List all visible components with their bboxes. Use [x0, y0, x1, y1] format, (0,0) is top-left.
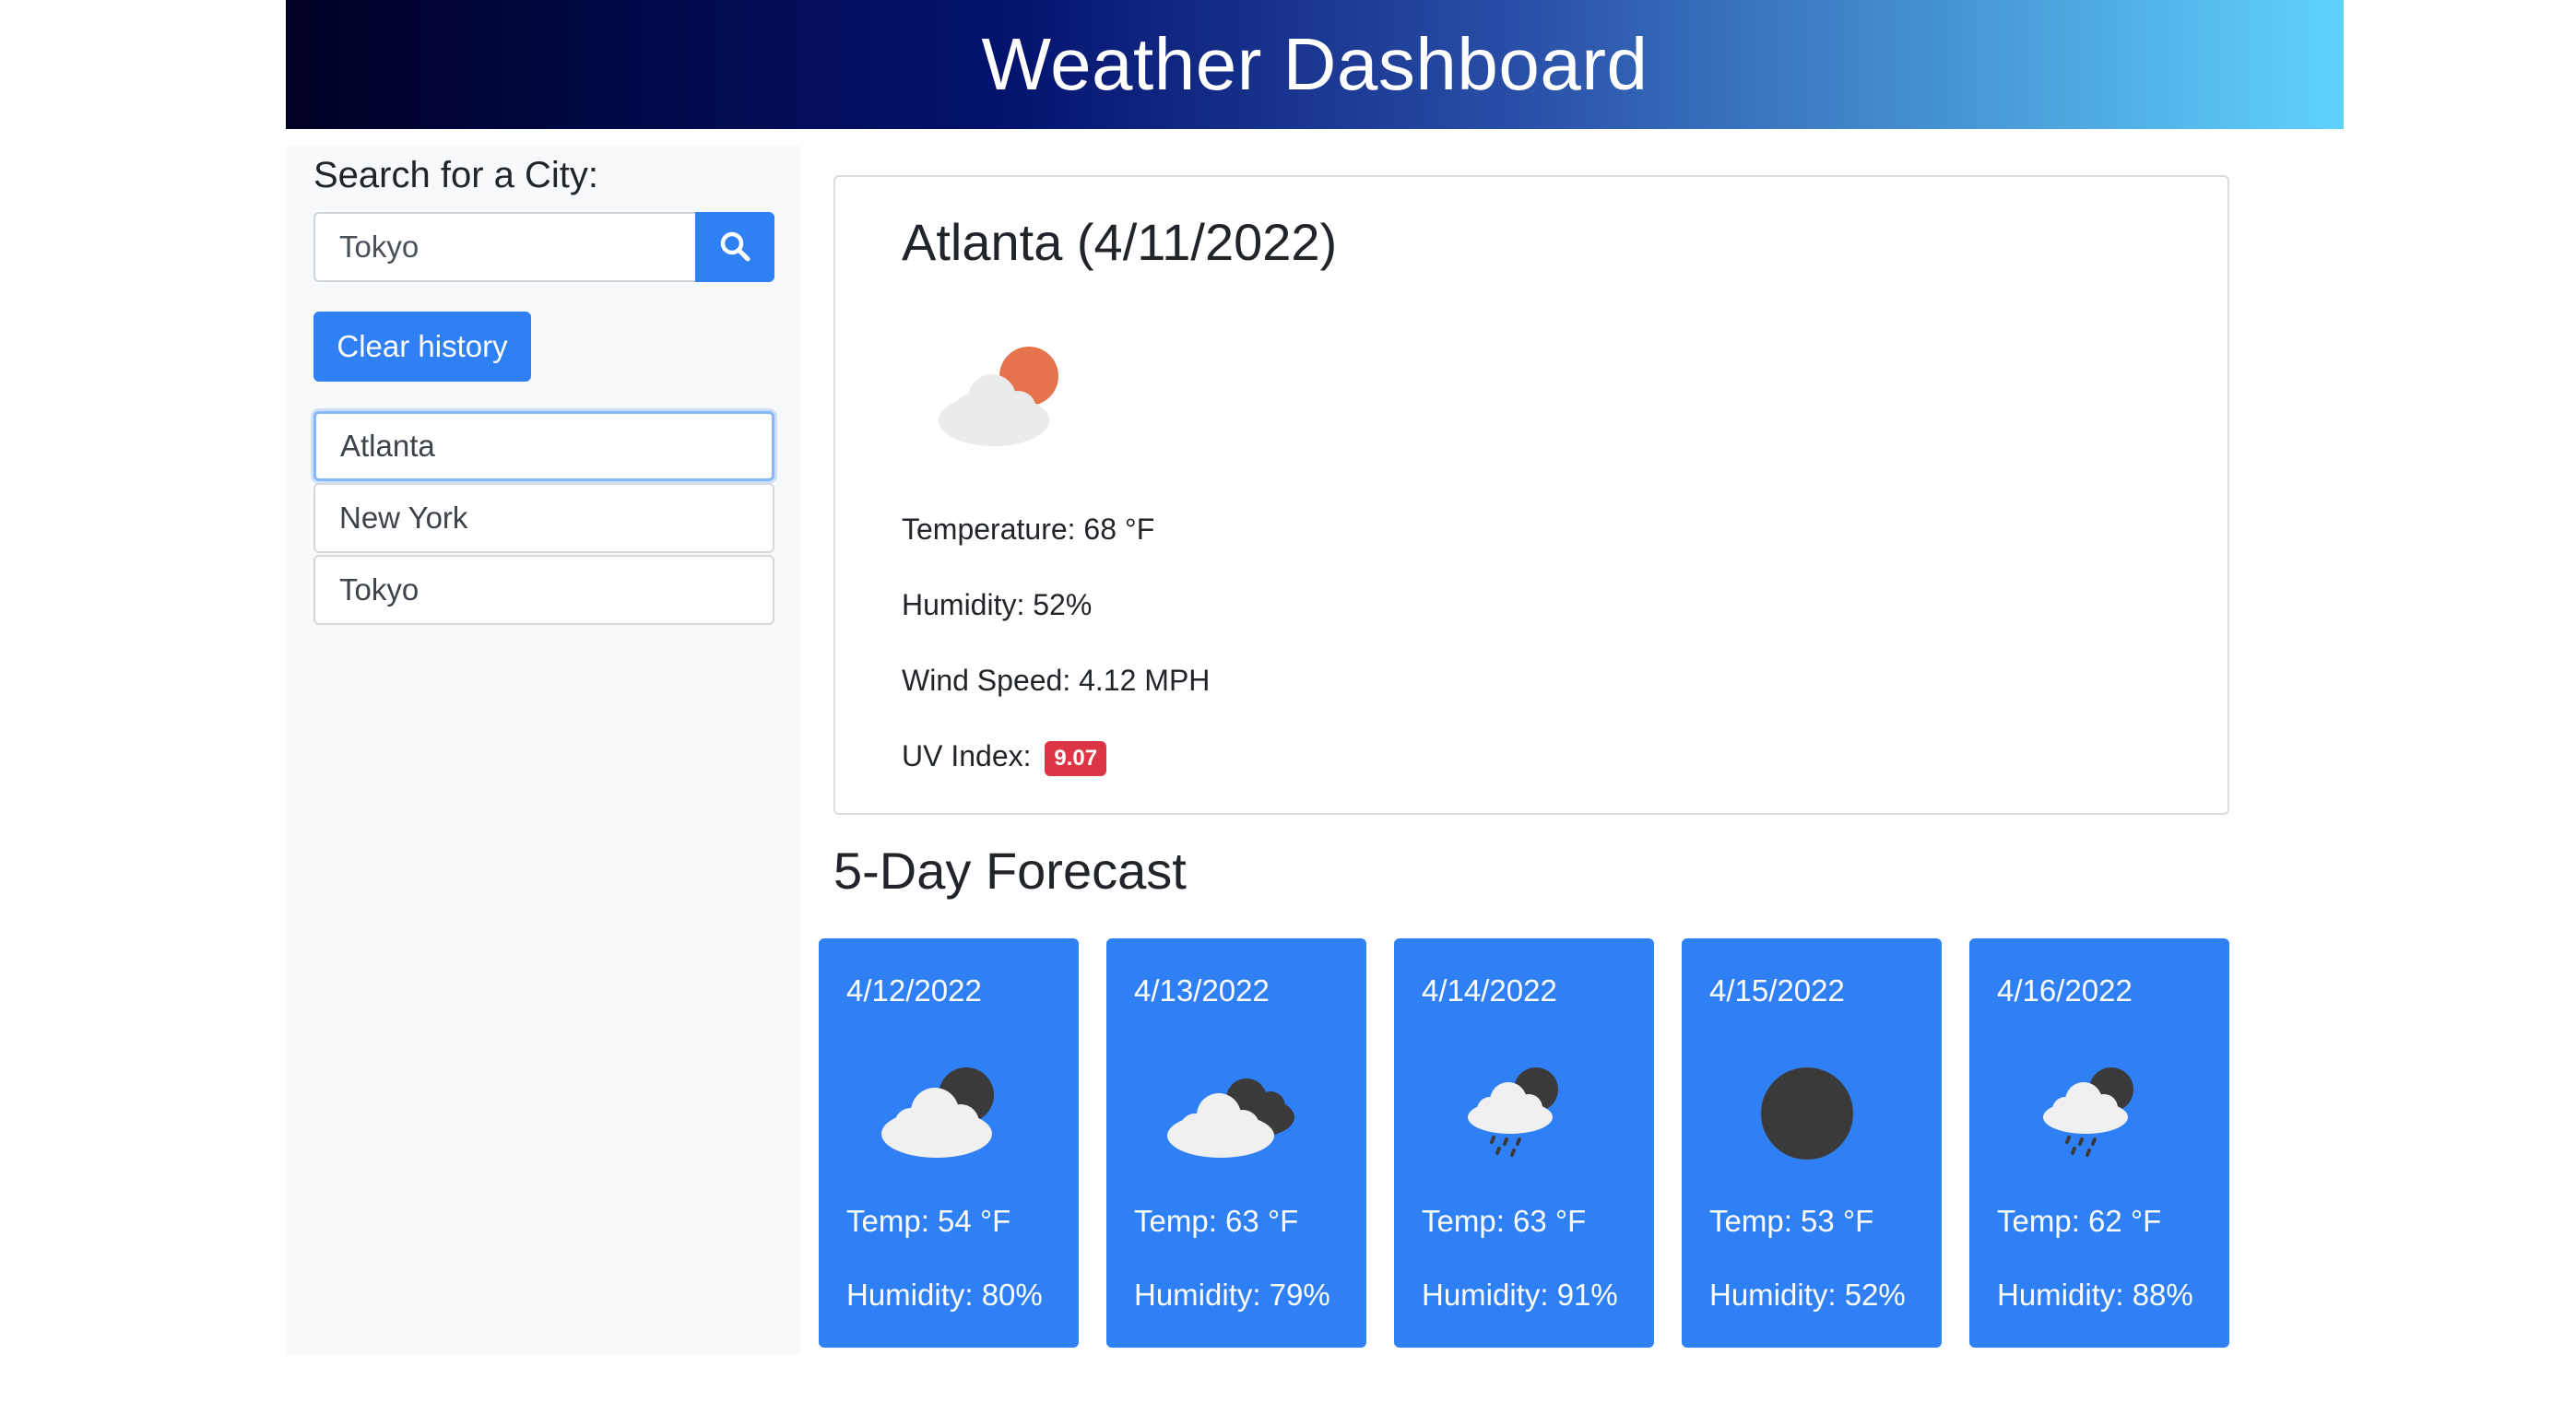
search-label: Search for a City: [313, 155, 599, 195]
current-city-title: Atlanta (4/11/2022) [902, 213, 1338, 271]
forecast-humidity: Humidity: 88% [1997, 1278, 2193, 1312]
sidebar: Search for a City: Clear history Atlanta… [286, 146, 800, 1355]
header-banner: Weather Dashboard [286, 0, 2344, 129]
uv-index-label: UV Index: [902, 739, 1032, 772]
forecast-humidity: Humidity: 79% [1134, 1278, 1330, 1312]
forecast-temp: Temp: 62 °F [1997, 1204, 2162, 1238]
broken-clouds-icon [1158, 1049, 1306, 1169]
current-wind-speed: Wind Speed: 4.12 MPH [902, 664, 1211, 697]
forecast-humidity: Humidity: 91% [1422, 1278, 1618, 1312]
history-item-tokyo[interactable]: Tokyo [313, 555, 774, 625]
forecast-date: 4/14/2022 [1422, 973, 1557, 1007]
rain-night-icon [1446, 1049, 1593, 1169]
clear-history-button[interactable]: Clear history [313, 312, 531, 382]
forecast-temp: Temp: 63 °F [1422, 1204, 1587, 1238]
current-uv-index: UV Index: 9.07 [902, 739, 1107, 776]
forecast-temp: Temp: 54 °F [846, 1204, 1011, 1238]
forecast-card: 4/13/2022 Temp: 63 °F Humidity: 79% [1106, 938, 1366, 1348]
current-humidity: Humidity: 52% [902, 588, 1093, 621]
partly-cloudy-icon [926, 326, 1073, 455]
history-item-new-york[interactable]: New York [313, 483, 774, 553]
forecast-date: 4/15/2022 [1709, 973, 1845, 1007]
search-input[interactable] [313, 212, 695, 282]
current-weather-card: Atlanta (4/11/2022) Temperature: 68 °F H… [833, 175, 2229, 815]
cloudy-night-icon [870, 1049, 1018, 1169]
forecast-humidity: Humidity: 80% [846, 1278, 1043, 1312]
history-item-atlanta[interactable]: Atlanta [313, 411, 774, 481]
forecast-date: 4/13/2022 [1134, 973, 1270, 1007]
search-history-list: Atlanta New York Tokyo [313, 411, 774, 627]
current-temperature: Temperature: 68 °F [902, 513, 1155, 546]
clear-night-icon [1733, 1049, 1881, 1169]
forecast-card: 4/16/2022 Temp: 62 °F Humidity: 88% [1969, 938, 2229, 1348]
forecast-card: 4/12/2022 Temp: 54 °F Humidity: 80% [819, 938, 1079, 1348]
forecast-date: 4/12/2022 [846, 973, 982, 1007]
forecast-date: 4/16/2022 [1997, 973, 2133, 1007]
forecast-temp: Temp: 63 °F [1134, 1204, 1299, 1238]
forecast-temp: Temp: 53 °F [1709, 1204, 1874, 1238]
forecast-card: 4/15/2022 Temp: 53 °F Humidity: 52% [1682, 938, 1942, 1348]
forecast-card: 4/14/2022 Temp: 63 °F Humidity: 91% [1394, 938, 1654, 1348]
page-title: Weather Dashboard [981, 23, 1648, 105]
rain-night-icon [2021, 1049, 2168, 1169]
forecast-humidity: Humidity: 52% [1709, 1278, 1906, 1312]
search-icon [719, 230, 750, 265]
search-button[interactable] [695, 212, 774, 282]
forecast-title: 5-Day Forecast [833, 842, 1187, 900]
uv-index-badge: 9.07 [1045, 740, 1107, 776]
